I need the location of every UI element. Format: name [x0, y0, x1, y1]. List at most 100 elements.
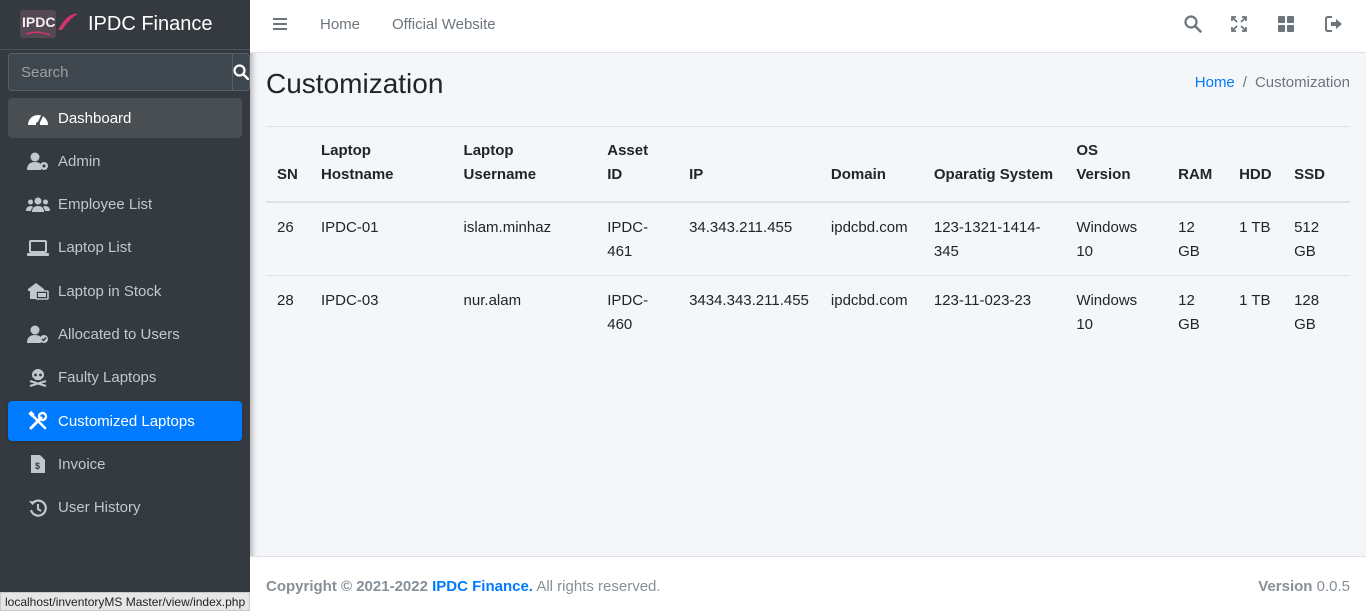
- cell-ip: 34.343.211.455: [678, 202, 820, 276]
- brand-name: IPDC Finance: [88, 13, 213, 35]
- warehouse-icon: [26, 281, 50, 301]
- sidebar-item-label: Employee List: [58, 196, 153, 214]
- column-header-asset-id: Asset ID: [596, 139, 679, 203]
- table-header-row: SN Laptop Hostname Laptop Username Asset…: [266, 139, 1350, 203]
- history-icon: [26, 498, 50, 518]
- column-header-domain: Domain: [819, 139, 923, 203]
- column-header-username: Laptop Username: [452, 139, 597, 203]
- cell-ssd: 128 GB: [1294, 292, 1320, 333]
- cell-domain: ipdcbd.com: [830, 292, 908, 309]
- sidebar-item-laptop-in-stock[interactable]: Laptop in Stock: [8, 271, 242, 311]
- invoice-icon: $: [26, 454, 50, 474]
- sidebar-item-label: Invoice: [58, 455, 106, 473]
- copyright-text: Copyright © 2021-2022: [266, 578, 428, 595]
- breadcrumb-home[interactable]: Home: [1195, 74, 1235, 91]
- breadcrumb: Home / Customization: [1195, 74, 1350, 91]
- status-bar-url: localhost/inventoryMS Master/view/index.…: [0, 592, 251, 611]
- footer-copyright: Copyright © 2021-2022 IPDC Finance. All …: [266, 578, 661, 595]
- footer-version: Version 0.0.5: [1258, 578, 1350, 595]
- breadcrumb-current: Customization: [1254, 74, 1350, 91]
- version-number: 0.0.5: [1316, 578, 1350, 595]
- sidebar-item-customized-laptops[interactable]: Customized Laptops: [8, 401, 242, 442]
- table-row: 28 IPDC-03 nur.alam IPDC-460 3434.343.21…: [266, 276, 1350, 349]
- column-header-hostname: Laptop Hostname: [309, 139, 453, 203]
- column-header-os-version: OS Version: [1065, 139, 1168, 203]
- sidebar-item-label: Customized Laptops: [58, 412, 195, 430]
- footer: Copyright © 2021-2022 IPDC Finance. All …: [250, 556, 1366, 611]
- sidebar-search: [8, 53, 250, 91]
- sidebar: IPDC IPDC Finance Dashboard Admin: [0, 0, 250, 611]
- sidebar-item-faulty-laptops[interactable]: Faulty Laptops: [8, 358, 242, 398]
- user-check-icon: [26, 324, 50, 344]
- version-label: Version: [1258, 578, 1313, 595]
- sidebar-item-user-history[interactable]: User History: [8, 488, 242, 528]
- sidebar-item-admin[interactable]: Admin: [8, 141, 242, 181]
- column-header-hdd: HDD: [1228, 139, 1284, 203]
- cell-username: islam.minhaz: [452, 202, 597, 276]
- top-navbar: Home Official Website: [250, 0, 1366, 53]
- cell-hdd: 1 TB: [1228, 202, 1284, 276]
- cell-sn: 26: [266, 202, 310, 276]
- column-header-ip: IP: [678, 139, 820, 203]
- cell-ram: 12 GB: [1167, 202, 1229, 276]
- column-header-sn: SN: [266, 139, 310, 203]
- cell-os-version: Windows 10: [1065, 202, 1168, 276]
- breadcrumb-separator: /: [1242, 74, 1247, 91]
- divider: [266, 126, 1350, 127]
- fullscreen-icon[interactable]: [1231, 15, 1247, 38]
- tachometer-icon: [26, 108, 50, 128]
- skull-crossbones-icon: [26, 368, 50, 388]
- cell-operating-system: 123-1321-1414-345: [922, 202, 1066, 276]
- cell-sn: 28: [277, 292, 294, 309]
- grid-icon[interactable]: [1278, 15, 1294, 38]
- table-row: 26 IPDC-01 islam.minhaz IPDC-461 34.343.…: [266, 202, 1350, 276]
- cell-hdd: 1 TB: [1239, 292, 1271, 309]
- nav-link-official-website[interactable]: Official Website: [392, 16, 496, 33]
- column-header-operating-system: Oparatig System: [922, 139, 1066, 203]
- brand-logo: IPDC: [20, 8, 78, 42]
- cell-ip: 3434.343.211.455: [689, 292, 809, 309]
- sidebar-item-laptop-list[interactable]: Laptop List: [8, 228, 242, 268]
- sidebar-item-label: Admin: [58, 152, 101, 170]
- sidebar-item-allocated-to-users[interactable]: Allocated to Users: [8, 314, 242, 354]
- menu-icon[interactable]: [272, 16, 288, 37]
- search-icon: [233, 64, 249, 80]
- footer-brand-link[interactable]: IPDC Finance.: [432, 578, 533, 595]
- column-header-ssd: SSD: [1283, 139, 1350, 203]
- cell-username: nur.alam: [463, 292, 522, 309]
- cell-hostname: IPDC-03: [320, 292, 379, 309]
- cell-operating-system: 123-11-023-23: [933, 292, 1032, 309]
- search-button[interactable]: [232, 53, 250, 91]
- sidebar-item-label: Dashboard: [58, 109, 132, 127]
- svg-text:IPDC: IPDC: [22, 14, 55, 30]
- rights-text: All rights reserved.: [536, 578, 661, 595]
- sidebar-item-dashboard[interactable]: Dashboard: [8, 98, 242, 138]
- laptop-icon: [26, 238, 50, 258]
- column-header-ram: RAM: [1167, 139, 1229, 203]
- page-title: Customization: [266, 68, 444, 99]
- svg-text:$: $: [35, 461, 40, 471]
- cell-asset-id: IPDC-461: [596, 202, 679, 276]
- brand-link[interactable]: IPDC IPDC Finance: [0, 0, 250, 50]
- sidebar-nav: Dashboard Admin Employee List Laptop Lis…: [8, 98, 242, 531]
- cell-asset-id: IPDC-460: [607, 292, 649, 333]
- cell-hostname: IPDC-01: [309, 202, 453, 276]
- tools-icon: [26, 411, 50, 431]
- user-gear-icon: [26, 151, 50, 171]
- sidebar-item-label: Allocated to Users: [58, 325, 180, 343]
- sign-out-icon[interactable]: [1325, 15, 1343, 38]
- users-icon: [26, 195, 50, 215]
- nav-link-home[interactable]: Home: [320, 16, 360, 33]
- sidebar-item-employee-list[interactable]: Employee List: [8, 185, 242, 225]
- customization-table: SN Laptop Hostname Laptop Username Asset…: [266, 139, 1350, 348]
- sidebar-item-label: Laptop List: [58, 239, 132, 257]
- sidebar-item-invoice[interactable]: $ Invoice: [8, 444, 242, 484]
- sidebar-item-label: Faulty Laptops: [58, 369, 157, 387]
- search-input[interactable]: [8, 53, 232, 91]
- cell-ssd: 512 GB: [1283, 202, 1350, 276]
- sidebar-item-label: User History: [58, 499, 141, 517]
- cell-domain: ipdcbd.com: [819, 202, 923, 276]
- search-icon[interactable]: [1184, 15, 1202, 38]
- cell-os-version: Windows 10: [1076, 292, 1138, 333]
- cell-ram: 12 GB: [1178, 292, 1200, 333]
